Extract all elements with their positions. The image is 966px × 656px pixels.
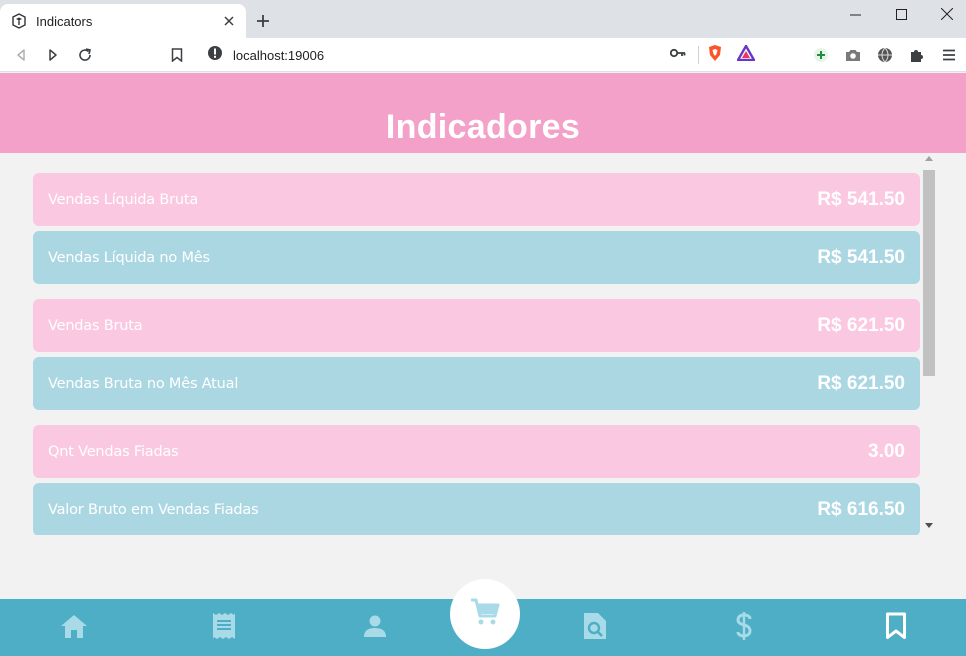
camera-icon[interactable] bbox=[840, 42, 866, 68]
indicator-value: R$ 541.50 bbox=[817, 188, 905, 210]
extension-plus-icon[interactable] bbox=[808, 42, 834, 68]
indicator-card: Vendas Bruta no Mês Atual R$ 621.50 bbox=[33, 357, 920, 410]
address-bar[interactable]: localhost:19006 bbox=[199, 41, 763, 69]
nav-indicators[interactable] bbox=[881, 612, 911, 645]
scroll-up-arrow[interactable] bbox=[925, 156, 933, 161]
tab-title: Indicators bbox=[36, 13, 93, 29]
browser-menu-icon[interactable] bbox=[936, 42, 962, 68]
expo-favicon-icon bbox=[10, 12, 28, 30]
indicator-card: Valor Bruto em Vendas Fiadas R$ 616.50 bbox=[33, 483, 920, 535]
indicator-label: Vendas Líquida Bruta bbox=[48, 191, 199, 208]
indicator-label: Vendas Bruta no Mês Atual bbox=[48, 375, 239, 392]
extensions-puzzle-icon[interactable] bbox=[904, 42, 930, 68]
url-text: localhost:19006 bbox=[233, 47, 325, 63]
browser-tabstrip: Indicators bbox=[0, 0, 966, 38]
receipt-icon bbox=[211, 612, 237, 645]
nav-finance[interactable] bbox=[729, 611, 759, 646]
indicator-card: Vendas Líquida Bruta R$ 541.50 bbox=[33, 173, 920, 226]
page-title: Indicadores bbox=[385, 108, 581, 146]
back-button[interactable] bbox=[8, 42, 34, 68]
indicator-card: Vendas Líquida no Mês R$ 541.50 bbox=[33, 231, 920, 284]
indicator-value: R$ 621.50 bbox=[817, 314, 905, 336]
globe-extension-icon[interactable] bbox=[872, 42, 898, 68]
browser-toolbar: localhost:19006 bbox=[0, 38, 966, 72]
info-icon[interactable] bbox=[207, 45, 223, 66]
nav-search-documents[interactable] bbox=[580, 612, 610, 645]
reload-button[interactable] bbox=[72, 42, 98, 68]
indicator-value: R$ 616.50 bbox=[817, 498, 905, 520]
app-header: Indicadores bbox=[0, 73, 966, 153]
indicator-label: Qnt Vendas Fiadas bbox=[48, 443, 179, 460]
forward-button[interactable] bbox=[40, 42, 66, 68]
indicator-card: Vendas Bruta R$ 621.50 bbox=[33, 299, 920, 352]
key-icon[interactable] bbox=[669, 46, 686, 64]
brave-shield-icon[interactable] bbox=[707, 44, 723, 67]
close-window-button[interactable] bbox=[924, 0, 966, 28]
new-tab-button[interactable] bbox=[252, 10, 274, 32]
browser-tab[interactable]: Indicators bbox=[0, 4, 246, 38]
brave-rewards-icon[interactable] bbox=[735, 43, 757, 66]
bookmark-icon bbox=[885, 612, 907, 645]
nav-receipts[interactable] bbox=[209, 612, 239, 645]
home-icon bbox=[60, 613, 88, 644]
dollar-icon bbox=[735, 611, 753, 646]
nav-profile[interactable] bbox=[360, 613, 390, 643]
nav-home[interactable] bbox=[59, 613, 89, 643]
omnibox-divider bbox=[698, 46, 699, 64]
tab-close-icon[interactable] bbox=[220, 12, 238, 30]
scrollbar-thumb[interactable] bbox=[923, 170, 935, 376]
maximize-button[interactable] bbox=[878, 0, 924, 28]
indicator-list[interactable]: Vendas Líquida Bruta R$ 541.50 Vendas Lí… bbox=[33, 173, 920, 535]
document-search-icon bbox=[582, 612, 608, 645]
minimize-button[interactable] bbox=[832, 0, 878, 28]
indicator-label: Vendas Líquida no Mês bbox=[48, 249, 210, 266]
indicator-value: R$ 541.50 bbox=[817, 246, 905, 268]
cart-icon bbox=[470, 598, 500, 631]
indicator-value: R$ 621.50 bbox=[817, 372, 905, 394]
nav-cart-button[interactable] bbox=[450, 579, 520, 649]
bookmark-page-button[interactable] bbox=[164, 42, 190, 68]
person-icon bbox=[363, 614, 387, 643]
indicator-label: Vendas Bruta bbox=[48, 317, 143, 334]
indicator-label: Valor Bruto em Vendas Fiadas bbox=[48, 501, 259, 518]
scroll-down-arrow[interactable] bbox=[925, 523, 933, 528]
indicator-card: Qnt Vendas Fiadas 3.00 bbox=[33, 425, 920, 478]
indicator-value: 3.00 bbox=[868, 440, 905, 462]
scrollbar[interactable] bbox=[922, 156, 936, 532]
